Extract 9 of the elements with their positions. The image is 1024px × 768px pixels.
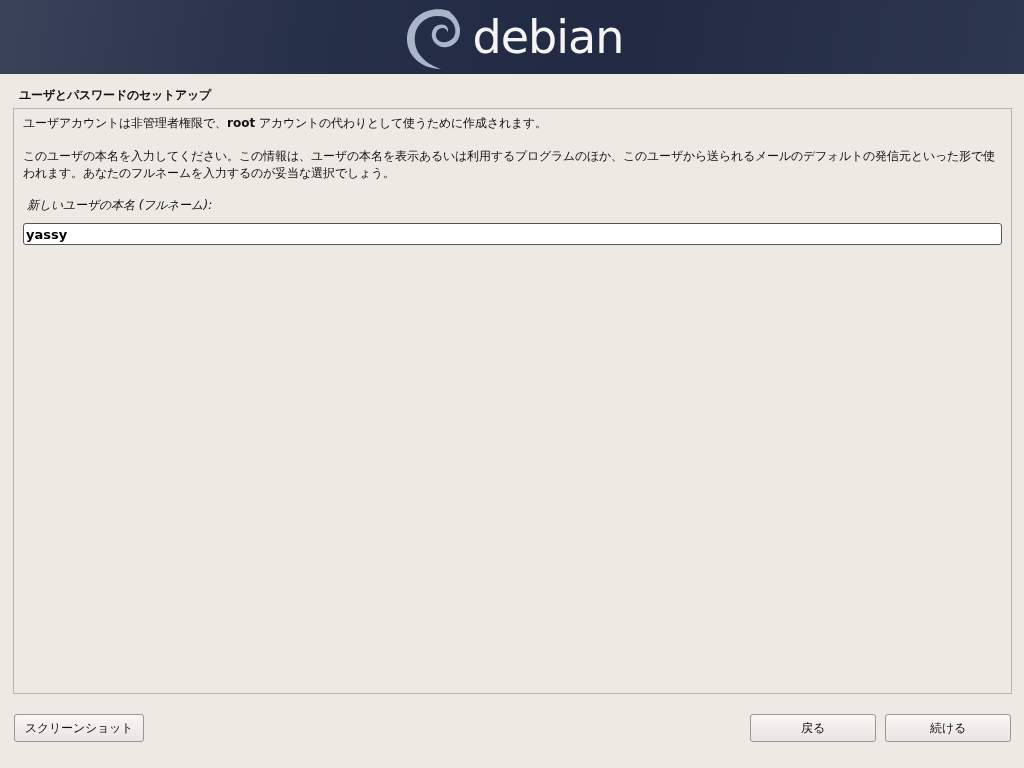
full-name-field[interactable]: yassy (23, 223, 1002, 245)
logo-text: debian (472, 14, 624, 60)
instruction-text: ユーザアカウントは非管理者権限で、root アカウントの代わりとして使うために作成されます。 (23, 115, 548, 132)
dialog-button[interactable]: スクリーンショット (14, 714, 144, 742)
page-title: ユーザとパスワードのセットアップ (18, 87, 213, 104)
dialog-button[interactable]: 続ける (885, 714, 1011, 742)
dialog-button[interactable]: 戻る (750, 714, 876, 742)
instruction-text: このユーザの本名を入力してください。この情報は、ユーザの本名を表示あるいは利用するプログラムのほか、このユーザから送られるメールのデフォルトの発信元といった形で使われます。あなたのフルネームを入力するのが妥当な選択でしょう。 (23, 148, 996, 182)
field-label: 新しいユーザの本名 (フルネーム): (27, 197, 213, 214)
